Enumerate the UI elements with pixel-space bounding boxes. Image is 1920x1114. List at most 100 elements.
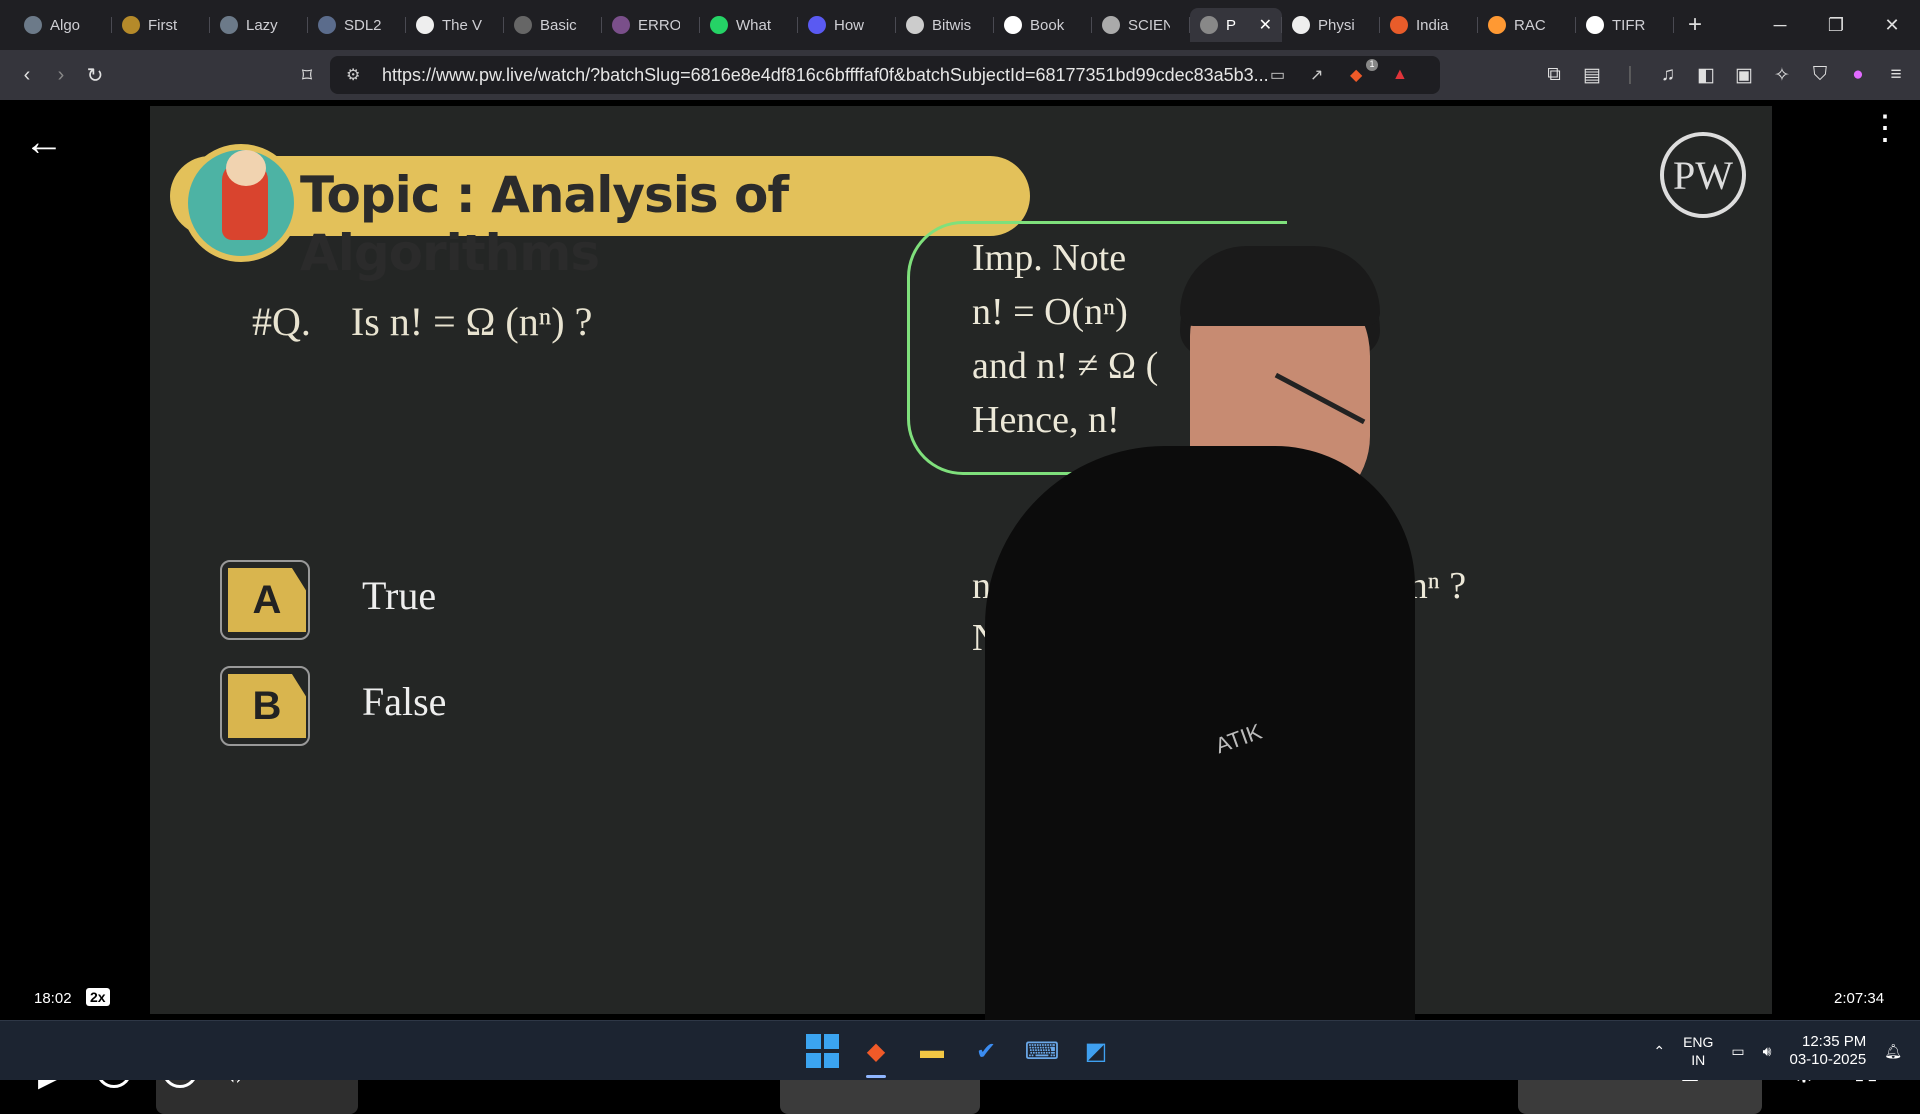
minimize-icon[interactable]: ─ — [1752, 15, 1808, 36]
clock[interactable]: 12:35 PM 03-10-2025 — [1789, 1033, 1866, 1069]
browser-tab[interactable]: P ✕ — [1190, 8, 1282, 42]
globe-icon — [612, 16, 630, 34]
question-number: #Q. — [252, 299, 311, 344]
menu-icon[interactable]: ≡ — [1884, 64, 1908, 86]
tab-title: RAC — [1514, 16, 1546, 34]
sidebar-icon[interactable]: ◧ — [1694, 64, 1718, 87]
globe-icon — [1102, 16, 1120, 34]
network-icon[interactable]: ▭ — [1731, 1043, 1744, 1060]
more-options-icon[interactable]: ⋮ — [1868, 111, 1902, 145]
browser-tab[interactable]: Basic — [504, 8, 602, 42]
cast-icon[interactable]: ▭ — [1270, 65, 1285, 85]
extensions-icon[interactable]: ⧉ — [1542, 64, 1566, 86]
browser-tab[interactable]: India — [1380, 8, 1478, 42]
google-icon — [1586, 16, 1604, 34]
forward-icon[interactable]: › — [44, 64, 78, 87]
lecture-slide: Topic : Analysis of Algorithms PW #Q. Is… — [150, 106, 1772, 1026]
tab-title: Book — [1030, 16, 1065, 34]
todo-icon[interactable]: ✔ — [968, 1033, 1004, 1069]
w-icon — [416, 16, 434, 34]
notification-bell-icon[interactable]: 🔔︎ — [1884, 1043, 1902, 1060]
clock-date: 03-10-2025 — [1789, 1051, 1867, 1068]
brave-browser-icon[interactable]: ◆ — [858, 1033, 894, 1078]
language-indicator[interactable]: ENG IN — [1683, 1033, 1713, 1069]
new-tab-button[interactable]: + — [1688, 11, 1718, 39]
region-code: IN — [1691, 1052, 1706, 1068]
brave-shield-icon[interactable]: ◆ — [1350, 65, 1362, 85]
option-b: B — [220, 666, 310, 746]
browser-tab[interactable]: SCIEN — [1092, 8, 1190, 42]
globe-icon — [318, 16, 336, 34]
browser-tab[interactable]: First — [112, 8, 210, 42]
tab-title: P — [1226, 16, 1237, 34]
reader-icon[interactable]: ▤ — [1580, 64, 1604, 87]
browser-tab[interactable]: The V — [406, 8, 504, 42]
address-bar[interactable]: ⚙ https://www.pw.live/watch/?batchSlug=6… — [330, 56, 1440, 94]
browser-tab[interactable]: Physi — [1282, 8, 1380, 42]
irctc-icon — [1390, 16, 1408, 34]
browser-tab[interactable]: Book — [994, 8, 1092, 42]
coin-icon — [122, 16, 140, 34]
share-icon[interactable]: ↗ — [1310, 65, 1323, 85]
leo-ai-icon[interactable]: ✧ — [1770, 64, 1794, 87]
tab-title: SCIEN — [1128, 16, 1170, 34]
browser-tab[interactable]: Bitwis — [896, 8, 994, 42]
tab-title: India — [1416, 16, 1449, 34]
speaker-icon[interactable]: 🔊︎ — [1763, 1043, 1772, 1060]
video-player[interactable]: Topic : Analysis of Algorithms PW #Q. Is… — [0, 100, 1920, 1114]
playback-speed-badge[interactable]: 2x — [86, 988, 110, 1006]
w-icon — [1292, 16, 1310, 34]
globe-icon — [220, 16, 238, 34]
back-icon[interactable]: ‹ — [10, 64, 44, 87]
tab-title: TIFR — [1612, 16, 1646, 34]
tab-title: Bitwis — [932, 16, 972, 34]
note-line-4: Hence, n! — [972, 399, 1120, 441]
presenter — [985, 446, 1415, 1026]
profile-icon[interactable]: ● — [1846, 64, 1870, 86]
tab-title: ERRO — [638, 16, 680, 34]
start-menu-icon[interactable] — [804, 1033, 840, 1069]
tab-title: Lazy — [246, 16, 278, 34]
bookmark-icon[interactable]: ⌑ — [290, 63, 324, 88]
pw-icon — [1200, 16, 1218, 34]
shield-count-badge: 1 — [1366, 59, 1378, 71]
bookmark-icon — [808, 16, 826, 34]
vpn-icon[interactable]: ⛉ — [1808, 64, 1832, 86]
gfg-icon — [906, 16, 924, 34]
browser-tab[interactable]: Lazy — [210, 8, 308, 42]
note-line-1: Imp. Note — [972, 237, 1127, 279]
browser-tab[interactable]: How — [798, 8, 896, 42]
keyboard-app-icon[interactable]: ⌨ — [1024, 1033, 1060, 1069]
option-a-label: True — [362, 573, 437, 618]
option-a-letter: A — [228, 568, 306, 632]
browser-tab[interactable]: Algo — [14, 8, 112, 42]
file-explorer-icon[interactable]: ▬ — [914, 1033, 950, 1069]
back-arrow-icon[interactable]: ← — [24, 120, 64, 165]
browser-tab-strip: Algo First Lazy SDL2 The V Basic ERRO What How Bi… — [0, 0, 1920, 50]
chevron-up-icon[interactable]: ⌃ — [1653, 1043, 1665, 1060]
option-a: A — [220, 560, 310, 640]
duration: 2:07:34 — [1834, 990, 1885, 1007]
note-line-2: n! = O(nⁿ) — [972, 291, 1128, 333]
restore-icon[interactable]: ❐ — [1808, 15, 1864, 36]
presenter-hair-top — [1180, 246, 1380, 326]
browser-tab[interactable]: ERRO — [602, 8, 700, 42]
browser-tab[interactable]: TIFR — [1576, 8, 1674, 42]
browser-tab[interactable]: What — [700, 8, 798, 42]
paint-app-icon[interactable]: ◩ — [1078, 1033, 1114, 1069]
tab-title: SDL2 — [344, 16, 382, 34]
mascot-image — [182, 144, 300, 262]
media-icon[interactable]: ♫ — [1656, 64, 1680, 86]
rewards-icon[interactable]: ▲ — [1392, 66, 1408, 84]
url-text: https://www.pw.live/watch/?batchSlug=681… — [382, 64, 1269, 85]
flag-icon — [1488, 16, 1506, 34]
reload-icon[interactable]: ↻ — [78, 63, 112, 88]
language-code: ENG — [1683, 1034, 1714, 1050]
close-tab-icon[interactable]: ✕ — [1259, 15, 1272, 35]
site-settings-icon[interactable]: ⚙ — [346, 65, 360, 85]
browser-tab[interactable]: RAC — [1478, 8, 1576, 42]
browser-tab[interactable]: SDL2 — [308, 8, 406, 42]
tab-title: What — [736, 16, 772, 34]
wallet-icon[interactable]: ▣ — [1732, 64, 1756, 87]
close-window-icon[interactable]: ✕ — [1864, 15, 1920, 36]
